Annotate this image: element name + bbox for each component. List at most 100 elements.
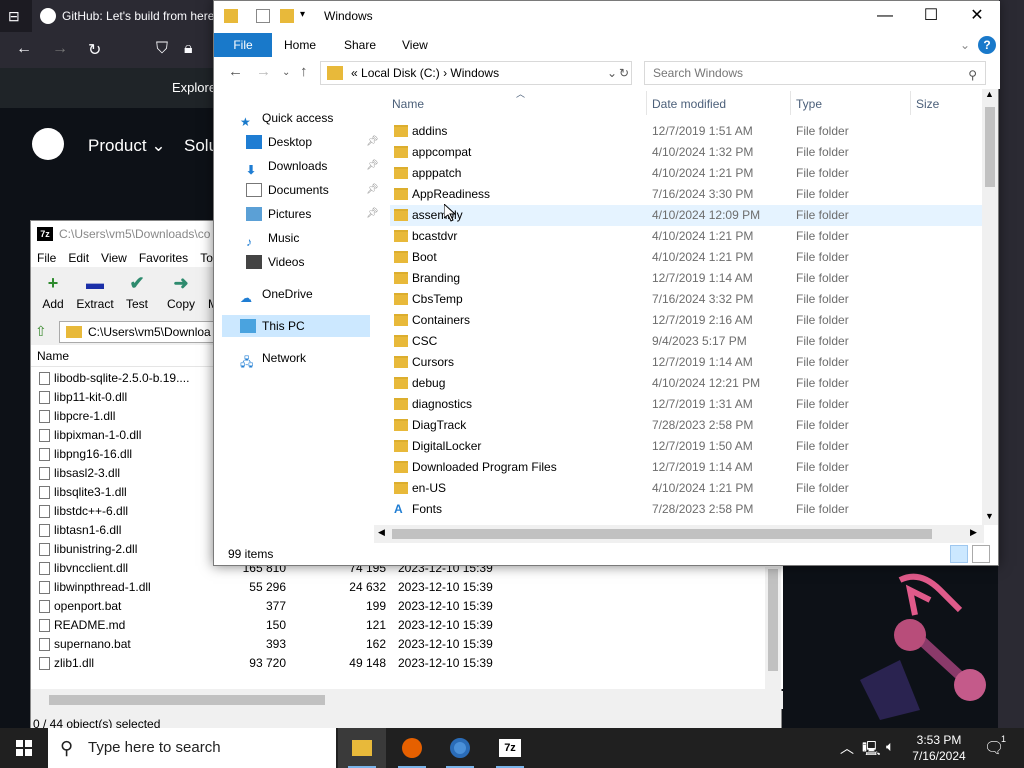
address-dropdown-icon[interactable]: ⌄ [607, 62, 617, 84]
list-item[interactable]: bcastdvr 4/10/2024 1:21 PM File folder [390, 226, 982, 247]
forward-arrow-icon[interactable]: → [52, 40, 68, 58]
scroll-right-icon[interactable]: ▶ [970, 527, 977, 538]
tab-share[interactable]: Share [344, 38, 376, 52]
details-view-icon[interactable] [950, 545, 968, 563]
list-item[interactable]: Containers 12/7/2019 2:16 AM File folder [390, 310, 982, 331]
explorer-horizontal-scrollbar[interactable]: ◀ ▶ [374, 525, 984, 543]
column-type[interactable]: Type [796, 97, 822, 111]
minimize-icon[interactable]: — [862, 5, 908, 29]
pin-icon[interactable]: 📌︎ [366, 203, 379, 225]
new-folder-icon[interactable] [280, 9, 294, 23]
table-row[interactable]: libwinpthread-1.dll 55 296 24 632 2023-12-1… [31, 578, 771, 597]
scroll-thumb[interactable] [49, 695, 325, 705]
list-item[interactable]: Cursors 12/7/2019 1:14 AM File folder [390, 352, 982, 373]
explorer-address-bar[interactable]: « Local Disk (C:) › Windows ⌄ ↻ [320, 61, 632, 85]
column-date-modified[interactable]: Date modified [652, 97, 726, 111]
github-product-menu[interactable]: Product ⌄ [88, 136, 166, 156]
lock-icon[interactable]: 🔒︎ [184, 40, 193, 58]
column-divider[interactable] [910, 91, 911, 115]
scroll-thumb[interactable] [985, 107, 995, 187]
maximize-icon[interactable]: ☐ [908, 5, 954, 29]
network-status-icon[interactable]: 🖳︎ [862, 738, 881, 762]
list-item[interactable]: addins 12/7/2019 1:51 AM File folder [390, 121, 982, 142]
browser-tab[interactable]: GitHub: Let's build from here [32, 0, 222, 32]
pin-icon[interactable]: 📌︎ [366, 131, 379, 153]
list-item[interactable]: assembly 4/10/2024 12:09 PM File folder [390, 205, 982, 226]
pin-icon[interactable]: 📌︎ [366, 155, 379, 177]
forward-arrow-icon[interactable]: → [256, 63, 271, 80]
show-hidden-icons-icon[interactable]: ︿ [840, 738, 854, 758]
menu-file[interactable]: File [31, 247, 62, 269]
explorer-vertical-scrollbar[interactable]: ▲ ▼ [982, 89, 998, 525]
refresh-icon[interactable]: ↻ [619, 62, 629, 84]
table-row[interactable]: zlib1.dll 93 720 49 148 2023-12-10 15:39 [31, 654, 771, 673]
column-name[interactable]: Name [392, 97, 424, 111]
pin-icon[interactable]: 📌︎ [366, 179, 379, 201]
close-icon[interactable]: ✕ [954, 5, 1000, 29]
start-button[interactable] [0, 728, 48, 768]
shield-icon[interactable]: ⛉ [156, 40, 168, 58]
column-divider[interactable] [790, 91, 791, 115]
list-item[interactable]: CbsTemp 7/16/2024 3:32 PM File folder [390, 289, 982, 310]
volume-icon[interactable]: 🔈︎ [886, 738, 894, 755]
table-row[interactable]: README.md 150 121 2023-12-10 15:39 [31, 616, 771, 635]
sevenzip-horizontal-scrollbar[interactable] [31, 691, 783, 709]
reload-icon[interactable]: ↻ [88, 40, 101, 60]
address-folder[interactable]: Windows [450, 66, 499, 80]
tab-home[interactable]: Home [284, 38, 316, 52]
menu-view[interactable]: View [95, 247, 133, 269]
list-item[interactable]: Boot 4/10/2024 1:21 PM File folder [390, 247, 982, 268]
column-size[interactable]: Size [916, 97, 939, 111]
list-item[interactable]: AppReadiness 7/16/2024 3:30 PM File folder [390, 184, 982, 205]
taskbar-chromium[interactable] [436, 728, 484, 768]
list-item[interactable]: DiagTrack 7/28/2023 2:58 PM File folder [390, 415, 982, 436]
recent-locations-icon[interactable]: ⌄ [282, 67, 290, 78]
tab-file[interactable]: File [214, 33, 272, 57]
list-item[interactable]: appcompat 4/10/2024 1:32 PM File folder [390, 142, 982, 163]
back-arrow-icon[interactable]: ← [16, 40, 32, 58]
table-row[interactable]: supernano.bat 393 162 2023-12-10 15:39 [31, 635, 771, 654]
list-item[interactable]: apppatch 4/10/2024 1:21 PM File folder [390, 163, 982, 184]
tab-list-icon[interactable]: ⊟ [8, 8, 20, 25]
up-arrow-icon[interactable]: ↑ [300, 63, 308, 80]
menu-edit[interactable]: Edit [62, 247, 95, 269]
scroll-up-icon[interactable]: ▲ [985, 89, 994, 99]
taskbar-search-box[interactable]: ⚲ Type here to search [48, 728, 336, 768]
explorer-titlebar[interactable]: ▾ Windows — ☐ ✕ [214, 1, 1000, 33]
table-row[interactable]: openport.bat 377 199 2023-12-10 15:39 [31, 597, 771, 616]
column-divider[interactable] [646, 91, 647, 115]
list-item[interactable]: DigitalLocker 12/7/2019 1:50 AM File folde… [390, 436, 982, 457]
github-explore-link[interactable]: Explore [172, 80, 216, 95]
taskbar-firefox[interactable] [388, 728, 436, 768]
list-item[interactable]: en-US 4/10/2024 1:21 PM File folder [390, 478, 982, 499]
list-item[interactable]: CSC 9/4/2023 5:17 PM File folder [390, 331, 982, 352]
address-overflow[interactable]: « [351, 66, 358, 80]
back-arrow-icon[interactable]: ← [228, 63, 243, 80]
test-button[interactable]: ✔ Test [115, 271, 159, 311]
scroll-left-icon[interactable]: ◀ [378, 527, 385, 538]
scroll-down-icon[interactable]: ▼ [985, 511, 994, 521]
quick-access-dropdown-icon[interactable]: ▾ [300, 9, 314, 23]
address-separator-icon[interactable]: › [443, 66, 447, 80]
menu-favorites[interactable]: Favorites [133, 247, 194, 269]
scroll-thumb[interactable] [768, 569, 778, 671]
extract-button[interactable]: ▬ Extract [73, 271, 117, 311]
taskbar-clock[interactable]: 3:53 PM 7/16/2024 [904, 732, 974, 764]
add-button[interactable]: + Add [31, 271, 75, 311]
list-item[interactable]: A Fonts 7/28/2023 2:58 PM File folder [390, 499, 982, 520]
taskbar-file-explorer[interactable] [338, 728, 386, 768]
github-logo-icon[interactable] [32, 128, 64, 160]
ribbon-expand-icon[interactable]: ⌄ [960, 38, 970, 52]
list-item[interactable]: diagnostics 12/7/2019 1:31 AM File folder [390, 394, 982, 415]
list-item[interactable]: Downloaded Program Files 12/7/2019 1:14 A… [390, 457, 982, 478]
search-input[interactable]: Search Windows ⚲ [644, 61, 986, 85]
address-drive[interactable]: Local Disk (C:) [361, 66, 440, 80]
folder-up-icon[interactable]: ⇧ [35, 323, 51, 339]
taskbar-7zip[interactable]: 7z [486, 728, 534, 768]
properties-icon[interactable] [256, 9, 270, 23]
large-icons-view-icon[interactable] [972, 545, 990, 563]
sevenzip-vertical-scrollbar[interactable] [765, 567, 781, 689]
tab-view[interactable]: View [402, 38, 428, 52]
list-item[interactable]: Branding 12/7/2019 1:14 AM File folder [390, 268, 982, 289]
scroll-thumb[interactable] [392, 529, 932, 539]
